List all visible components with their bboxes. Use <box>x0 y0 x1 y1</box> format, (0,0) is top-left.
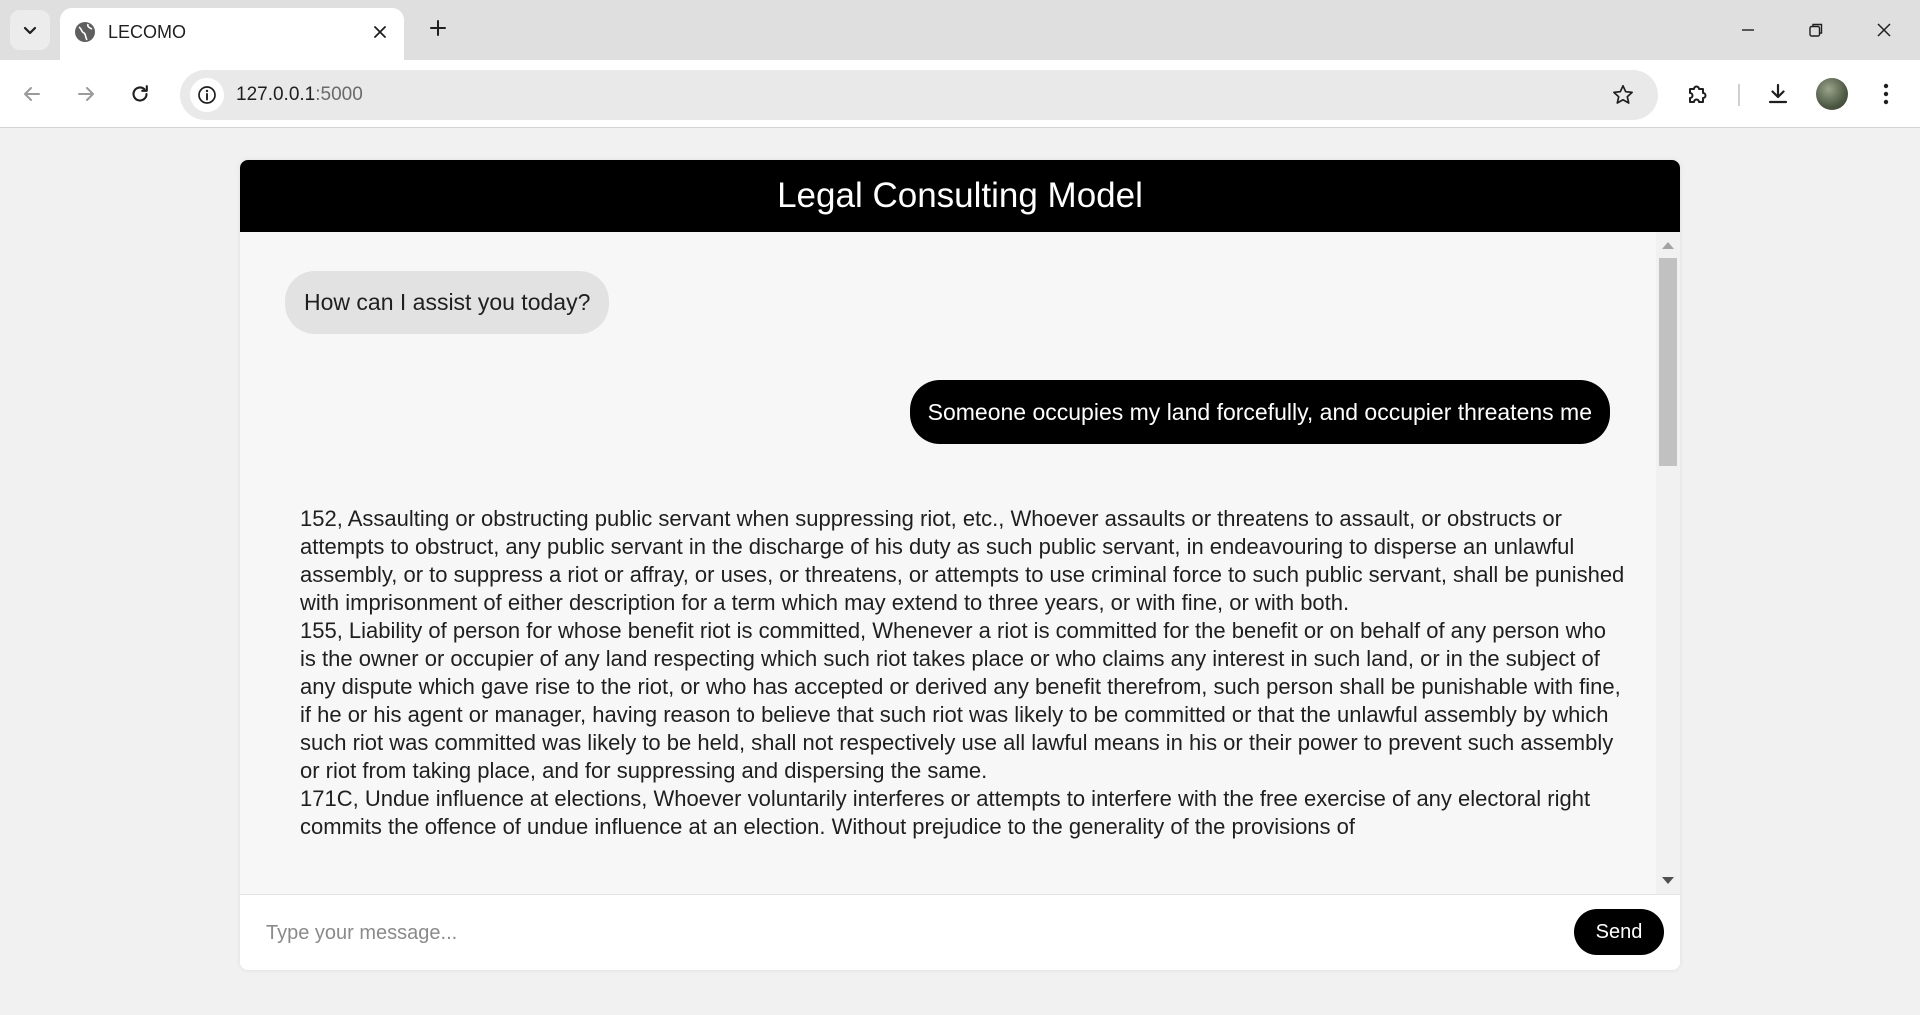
plus-icon <box>430 20 446 36</box>
forward-button[interactable] <box>66 74 106 114</box>
close-window-button[interactable] <box>1862 8 1906 52</box>
page-title: Legal Consulting Model <box>240 160 1680 232</box>
back-button[interactable] <box>12 74 52 114</box>
browser-toolbar: 127.0.0.1:5000 <box>0 60 1920 128</box>
new-tab-button[interactable] <box>422 12 454 44</box>
scroll-up-arrow[interactable] <box>1662 242 1674 249</box>
avatar[interactable] <box>1816 78 1848 110</box>
back-arrow-icon <box>24 87 40 101</box>
message-input[interactable] <box>266 913 1566 953</box>
close-icon <box>1877 23 1891 37</box>
message-composer: Send <box>240 894 1680 970</box>
send-button[interactable]: Send <box>1574 909 1664 955</box>
globe-icon <box>75 22 95 42</box>
site-info-button[interactable] <box>190 78 224 112</box>
url-host: 127.0.0.1 <box>236 84 316 105</box>
bot-answer: 152, Assaulting or obstructing public se… <box>300 505 1625 841</box>
answer-section: 152, Assaulting or obstructing public se… <box>300 506 1625 615</box>
tab-list-button[interactable] <box>10 10 50 50</box>
reload-button[interactable] <box>120 74 160 114</box>
browser-tab-strip: LECOMO <box>0 0 1920 60</box>
chevron-down-icon <box>23 26 37 35</box>
toolbar-separator <box>1738 84 1740 106</box>
puzzle-icon <box>1689 85 1707 103</box>
tab-title: LECOMO <box>108 22 187 42</box>
close-icon <box>374 26 386 38</box>
kebab-menu-icon <box>1883 83 1889 105</box>
restore-button[interactable] <box>1794 8 1838 52</box>
bookmark-button[interactable] <box>1610 82 1636 108</box>
chat-messages[interactable]: How can I assist you today? Someone occu… <box>240 232 1680 894</box>
extensions-button[interactable] <box>1678 74 1718 114</box>
chat-app: Legal Consulting Model How can I assist … <box>240 160 1680 970</box>
tab-close-button[interactable] <box>368 20 392 44</box>
url-port: :5000 <box>315 84 363 105</box>
url-text: 127.0.0.1:5000 <box>236 84 363 106</box>
address-bar[interactable]: 127.0.0.1:5000 <box>180 70 1658 120</box>
scrollbar-thumb[interactable] <box>1659 258 1677 466</box>
star-icon <box>1613 84 1633 104</box>
forward-arrow-icon <box>78 87 94 101</box>
browser-menu-button[interactable] <box>1866 74 1906 114</box>
minimize-icon <box>1742 29 1754 31</box>
minimize-button[interactable] <box>1726 8 1770 52</box>
answer-section: 171C, Undue influence at elections, Whoe… <box>300 786 1591 839</box>
bot-message: How can I assist you today? <box>285 271 610 334</box>
download-icon <box>1768 83 1788 104</box>
browser-tab[interactable]: LECOMO <box>60 8 404 60</box>
reload-icon <box>132 85 148 102</box>
info-icon <box>198 86 216 104</box>
chat-scrollbar[interactable] <box>1656 232 1680 894</box>
answer-section: 155, Liability of person for whose benef… <box>300 618 1621 783</box>
restore-icon <box>1809 23 1823 37</box>
user-message: Someone occupies my land forcefully, and… <box>909 380 1610 444</box>
downloads-button[interactable] <box>1758 74 1798 114</box>
scroll-down-arrow[interactable] <box>1662 877 1674 884</box>
